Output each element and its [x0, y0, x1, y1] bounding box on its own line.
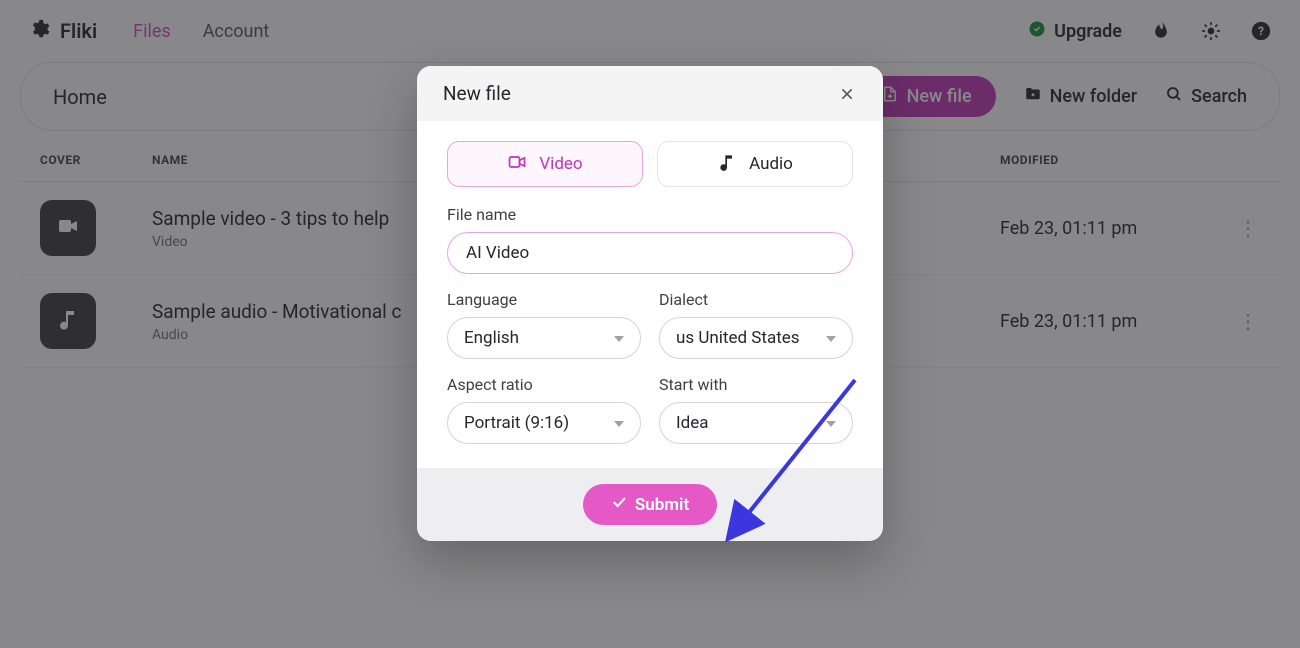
aspect-ratio-select[interactable]: Portrait (9:16) [447, 402, 641, 444]
label-aspect-ratio: Aspect ratio [447, 375, 641, 394]
tab-video[interactable]: Video [447, 141, 643, 187]
modal-footer: Submit [417, 468, 883, 541]
label-start-with: Start with [659, 375, 853, 394]
tab-audio-label: Audio [749, 154, 793, 174]
close-icon[interactable] [837, 84, 857, 104]
label-language: Language [447, 290, 641, 309]
type-tabs: Video Audio [447, 141, 853, 187]
label-file-name: File name [447, 205, 853, 224]
submit-label: Submit [635, 495, 689, 515]
language-select[interactable]: English [447, 317, 641, 359]
modal-body: Video Audio File name Language English D… [417, 121, 883, 468]
video-icon [507, 152, 527, 177]
submit-button[interactable]: Submit [583, 484, 717, 525]
tab-audio[interactable]: Audio [657, 141, 853, 187]
tab-video-label: Video [539, 154, 582, 174]
start-with-select[interactable]: Idea [659, 402, 853, 444]
new-file-modal: New file Video Audio [417, 66, 883, 541]
label-dialect: Dialect [659, 290, 853, 309]
dialect-select[interactable]: us United States [659, 317, 853, 359]
check-icon [611, 494, 627, 515]
audio-icon [717, 152, 737, 177]
file-name-input[interactable] [447, 232, 853, 274]
modal-header: New file [417, 66, 883, 121]
modal-overlay[interactable]: New file Video Audio [0, 0, 1300, 648]
modal-title: New file [443, 82, 511, 105]
